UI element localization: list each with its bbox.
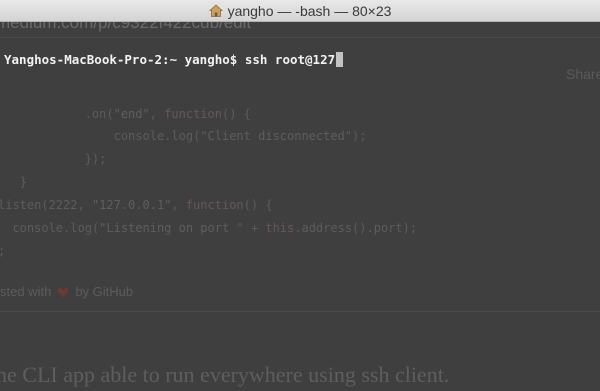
footer-prefix: sted with <box>0 284 52 299</box>
window-title: yangho — -bash — 80×23 <box>227 3 392 19</box>
background-code-line: }); <box>84 152 107 166</box>
background-url: medium.com/p/c9322f422cdb/edit <box>0 22 252 32</box>
background-code-line: listen(2222, "127.0.0.1", function() { <box>0 198 273 212</box>
background-sentence: he CLI app able to run everywhere using … <box>0 362 450 387</box>
home-folder-icon <box>208 4 223 18</box>
background-share-text: Share <box>566 66 600 82</box>
terminal-prompt-line[interactable]: Yanghos-MacBook-Pro-2:~ yangho$ ssh root… <box>4 52 344 67</box>
background-code-line: console.log("Listening on port " + this.… <box>12 221 418 235</box>
terminal-cursor <box>336 52 344 67</box>
background-gist-footer: sted with by GitHub <box>0 284 133 299</box>
terminal-content[interactable]: medium.com/p/c9322f422cdb/edit Share .on… <box>0 22 600 391</box>
background-divider-bottom <box>0 311 600 312</box>
terminal-prompt-text: Yanghos-MacBook-Pro-2:~ yangho$ ssh root… <box>4 52 336 67</box>
background-code-line: ; <box>0 244 5 258</box>
window-title-group: yangho — -bash — 80×23 <box>0 0 600 22</box>
footer-suffix: by GitHub <box>75 284 134 299</box>
heart-icon <box>57 286 69 298</box>
background-code-line: console.log("Client disconnected"); <box>113 129 367 143</box>
window-titlebar[interactable]: yangho — -bash — 80×23 <box>0 0 600 22</box>
background-code-line: } <box>19 175 27 189</box>
background-code-line: .on("end", function() { <box>84 107 251 121</box>
background-divider-top <box>0 37 600 38</box>
